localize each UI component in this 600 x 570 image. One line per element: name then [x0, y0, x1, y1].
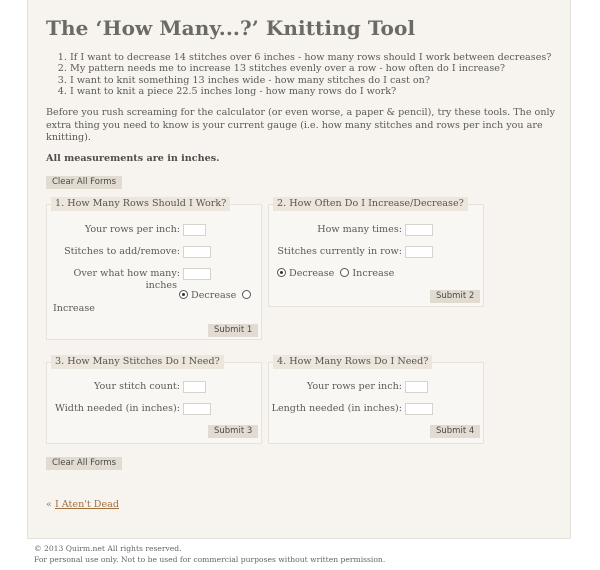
- radio-decrease-label: Decrease: [289, 268, 335, 279]
- form-legend: 3. How Many Stitches Do I Need?: [51, 355, 224, 369]
- stitch-count-input[interactable]: [183, 381, 206, 393]
- footer: © 2013 Quirm.net All rights reserved. Fo…: [34, 544, 385, 565]
- length-needed-input[interactable]: [405, 403, 433, 415]
- intro-paragraph: Before you rush screaming for the calcul…: [46, 107, 555, 143]
- form-stitches-needed: 3. How Many Stitches Do I Need? Your sti…: [46, 355, 262, 444]
- question-list: If I want to decrease 14 stitches over 6…: [46, 52, 551, 97]
- measurement-note: All measurements are in inches.: [46, 153, 220, 164]
- clear-all-forms-button-bottom[interactable]: Clear All Forms: [46, 457, 123, 470]
- rows-per-inch-label: Your rows per inch:: [306, 381, 402, 392]
- stitches-in-row-input[interactable]: [405, 246, 433, 258]
- submit-1-button[interactable]: Submit 1: [208, 324, 259, 337]
- radio-group: Decrease Increase: [277, 268, 394, 279]
- question-item: My pattern needs me to increase 13 stitc…: [70, 63, 551, 74]
- question-item: I want to knit a piece 22.5 inches long …: [70, 86, 551, 97]
- how-many-times-label: How many times:: [317, 224, 402, 235]
- rows-per-inch-label: Your rows per inch:: [84, 224, 180, 235]
- form-increase-decrease-frequency: 2. How Often Do I Increase/Decrease? How…: [268, 197, 484, 307]
- over-inches-label-line1: Over what how many:: [73, 268, 180, 279]
- over-inches-input[interactable]: [183, 268, 211, 280]
- clear-all-forms-button-top[interactable]: Clear All Forms: [46, 176, 123, 189]
- question-item: If I want to decrease 14 stitches over 6…: [70, 52, 551, 63]
- form-legend: 2. How Often Do I Increase/Decrease?: [273, 197, 468, 211]
- width-needed-label: Width needed (in inches):: [55, 403, 180, 414]
- radio-increase[interactable]: [340, 268, 350, 277]
- radio-decrease[interactable]: [179, 290, 188, 299]
- over-inches-label-line2: inches: [145, 280, 177, 291]
- radio-increase[interactable]: [242, 290, 252, 299]
- radio-decrease-label: Decrease: [191, 290, 237, 301]
- page-title: The ‘How Many...?’ Knitting Tool: [46, 16, 416, 40]
- form-rows-needed: 4. How Many Rows Do I Need? Your rows pe…: [268, 355, 484, 444]
- submit-2-button[interactable]: Submit 2: [430, 290, 481, 303]
- back-prefix-icon: «: [46, 499, 52, 510]
- radio-decrease-option[interactable]: Decrease: [179, 290, 254, 301]
- stitch-count-label: Your stitch count:: [94, 381, 180, 392]
- submit-3-button[interactable]: Submit 3: [208, 425, 259, 438]
- how-many-times-input[interactable]: [405, 224, 433, 236]
- back-link[interactable]: I Aten't Dead: [55, 499, 119, 510]
- length-needed-label: Length needed (in inches):: [271, 403, 402, 414]
- submit-4-button[interactable]: Submit 4: [430, 425, 481, 438]
- radio-increase-label: Increase: [352, 268, 395, 279]
- content-container: The ‘How Many...?’ Knitting Tool If I wa…: [27, 0, 571, 539]
- stitches-add-remove-label: Stitches to add/remove:: [64, 246, 180, 257]
- width-needed-input[interactable]: [183, 403, 211, 415]
- radio-increase-label[interactable]: Increase: [53, 303, 95, 314]
- form-rows-to-work: 1. How Many Rows Should I Work? Your row…: [46, 197, 262, 340]
- back-nav: « I Aten't Dead: [46, 499, 119, 510]
- rows-per-inch-input[interactable]: [183, 224, 206, 236]
- radio-decrease[interactable]: [277, 268, 286, 277]
- rows-per-inch-input[interactable]: [405, 381, 428, 393]
- form-legend: 1. How Many Rows Should I Work?: [51, 197, 231, 211]
- copyright-text: © 2013 Quirm.net All rights reserved.: [34, 544, 182, 553]
- form-legend: 4. How Many Rows Do I Need?: [273, 355, 433, 369]
- usage-text: For personal use only. Not to be used fo…: [34, 554, 386, 564]
- stitches-add-remove-input[interactable]: [183, 246, 211, 258]
- question-item: I want to knit something 13 inches wide …: [70, 75, 551, 86]
- stitches-in-row-label: Stitches currently in row:: [277, 246, 402, 257]
